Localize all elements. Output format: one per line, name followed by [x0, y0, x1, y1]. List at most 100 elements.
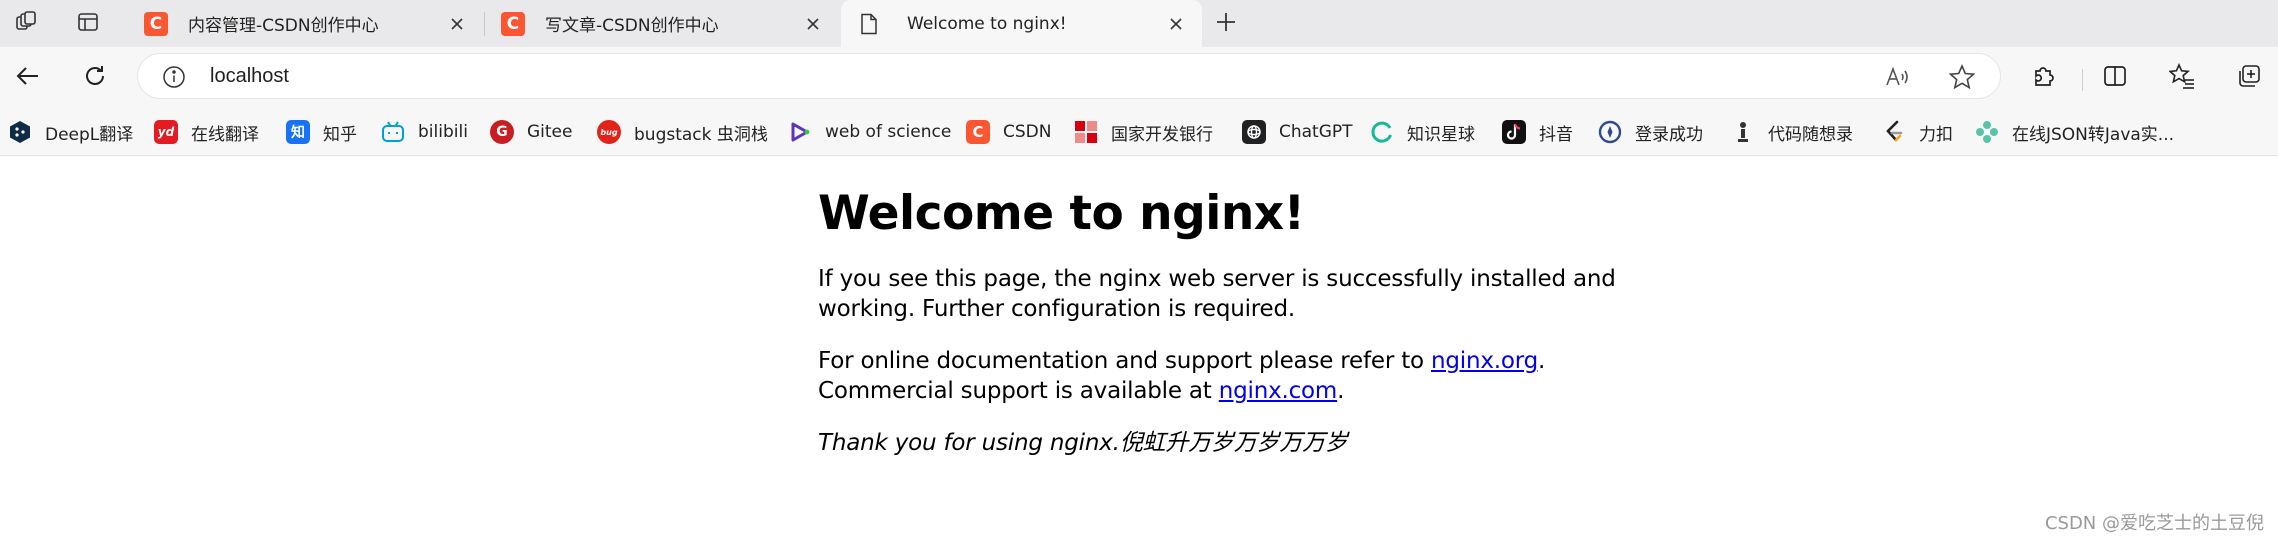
bookmark-json-to-java[interactable]: 在线JSON转Java实...	[1975, 118, 2174, 146]
tab-write-article[interactable]: C 写文章-CSDN创作中心	[485, 0, 839, 47]
csdn-favicon-icon: C	[501, 11, 525, 36]
gear-flower-icon	[1975, 120, 1999, 144]
toolbar-divider	[2082, 69, 2083, 91]
split-screen-button[interactable]	[2095, 59, 2135, 97]
tab-welcome-nginx[interactable]: Welcome to nginx!	[841, 0, 1202, 47]
support-text: For online documentation and support ple…	[818, 348, 1432, 374]
tab-actions-icon	[76, 10, 100, 38]
refresh-button[interactable]	[75, 59, 115, 97]
plus-icon	[1215, 11, 1237, 37]
code-thoughts-icon	[1731, 120, 1755, 144]
bookmark-label: bugstack 虫洞栈	[634, 124, 768, 145]
extensions-button[interactable]	[2023, 59, 2063, 97]
bookmark-knowledge-planet[interactable]: 知识星球	[1370, 118, 1475, 146]
favorites-button[interactable]	[2162, 59, 2202, 97]
nginx-com-link[interactable]: nginx.com	[1219, 378, 1338, 404]
tab-strip: C 内容管理-CSDN创作中心 C 写文章-CSDN创作中心 Welcome t…	[0, 0, 2278, 47]
bookmark-label: 在线JSON转Java实...	[2012, 124, 2175, 145]
collections-icon	[2236, 63, 2262, 93]
vertical-tabs-button[interactable]	[68, 8, 108, 40]
bookmark-douyin[interactable]: 抖音	[1502, 118, 1573, 146]
bookmark-gitee[interactable]: G Gitee	[490, 118, 572, 146]
tab-content-management[interactable]: C 内容管理-CSDN创作中心	[128, 0, 483, 47]
page-icon	[857, 12, 881, 36]
workspaces-button[interactable]	[6, 8, 46, 40]
bookmark-cdb[interactable]: 国家开发银行	[1074, 118, 1213, 146]
workspaces-icon	[14, 10, 38, 38]
read-aloud-icon[interactable]	[1884, 63, 1912, 91]
favorites-list-icon	[2168, 63, 2195, 93]
bookmark-online-translate[interactable]: yd 在线翻译	[154, 118, 259, 146]
nginx-org-link[interactable]: nginx.org	[1431, 348, 1538, 374]
site-info-icon[interactable]	[162, 65, 186, 89]
bookmark-deepl[interactable]: DeepL翻译	[8, 118, 133, 146]
bookmark-code-thoughts[interactable]: 代码随想录	[1731, 118, 1853, 146]
bookmark-label: 力扣	[1919, 124, 1953, 145]
split-screen-icon	[2102, 63, 2128, 93]
bilibili-icon	[381, 120, 405, 144]
bookmark-bilibili[interactable]: bilibili	[381, 118, 468, 146]
bookmark-csdn[interactable]: C CSDN	[966, 118, 1051, 146]
period-text: .	[1337, 378, 1345, 404]
gitee-icon: G	[490, 120, 514, 144]
bookmark-label: 知识星球	[1407, 124, 1475, 145]
bookmark-label: CSDN	[1003, 122, 1052, 142]
bookmark-label: 抖音	[1539, 124, 1573, 145]
chatgpt-icon	[1242, 120, 1266, 144]
favorite-star-icon[interactable]	[1948, 63, 1976, 91]
bookmark-label: ChatGPT	[1279, 122, 1353, 142]
collections-button[interactable]	[2229, 59, 2269, 97]
support-paragraph: For online documentation and support ple…	[818, 346, 1618, 406]
bookmark-label: web of science	[825, 122, 952, 142]
bookmark-label: 登录成功	[1635, 124, 1703, 145]
puzzle-icon	[2030, 63, 2056, 93]
thank-you-text: Thank you for using nginx.倪虹升万岁万岁万万岁	[818, 430, 1348, 456]
bookmarks-bar: DeepL翻译 yd 在线翻译 知 知乎 bilibili G Gitee bu…	[0, 108, 2278, 156]
compass-icon	[1598, 120, 1622, 144]
address-text[interactable]: localhost	[210, 54, 289, 98]
bookmark-chatgpt[interactable]: ChatGPT	[1242, 118, 1353, 146]
leetcode-icon	[1882, 120, 1906, 144]
close-tab-icon[interactable]	[1164, 12, 1188, 36]
new-tab-button[interactable]	[1206, 8, 1246, 40]
close-tab-icon[interactable]	[445, 12, 469, 36]
csdn-icon: C	[966, 120, 990, 144]
back-arrow-icon	[15, 63, 41, 93]
page-content: Welcome to nginx! If you see this page, …	[818, 186, 1618, 480]
web-of-science-icon	[788, 120, 812, 144]
zhihu-icon: 知	[286, 120, 310, 144]
thank-you-paragraph: Thank you for using nginx.倪虹升万岁万岁万万岁	[818, 428, 1618, 458]
bookmark-label: DeepL翻译	[45, 124, 134, 145]
bookmark-label: 代码随想录	[1768, 124, 1853, 145]
bookmark-label: 知乎	[323, 124, 357, 145]
page-heading: Welcome to nginx!	[818, 186, 1305, 241]
bookmark-label: Gitee	[527, 122, 573, 142]
bookmark-web-of-science[interactable]: web of science	[788, 118, 951, 146]
bookmark-label: bilibili	[418, 122, 468, 142]
period-text: .	[1538, 348, 1546, 374]
tab-title: 写文章-CSDN创作中心	[545, 16, 719, 36]
bookmark-label: 国家开发银行	[1111, 124, 1213, 145]
csdn-favicon-icon: C	[144, 11, 168, 36]
commercial-text: Commercial support is available at	[818, 378, 1219, 404]
watermark: CSDN @爱吃芝士的土豆倪	[2044, 513, 2264, 534]
address-bar[interactable]: localhost	[137, 53, 2001, 99]
bookmark-login-success[interactable]: 登录成功	[1598, 118, 1703, 146]
bookmark-zhihu[interactable]: 知 知乎	[286, 118, 357, 146]
tab-title: Welcome to nginx!	[907, 13, 1067, 34]
bookmark-label: 在线翻译	[191, 124, 259, 145]
intro-paragraph: If you see this page, the nginx web serv…	[818, 266, 1616, 322]
refresh-icon	[82, 63, 108, 93]
bugstack-icon: bug	[597, 120, 621, 144]
bookmark-leetcode[interactable]: 力扣	[1882, 118, 1953, 146]
close-tab-icon[interactable]	[801, 12, 825, 36]
cdb-bank-icon	[1074, 120, 1098, 144]
bookmark-bugstack[interactable]: bug bugstack 虫洞栈	[597, 118, 768, 146]
knowledge-planet-icon	[1370, 120, 1394, 144]
youdao-icon: yd	[154, 120, 178, 144]
tab-title: 内容管理-CSDN创作中心	[188, 16, 379, 36]
deepl-icon	[8, 120, 32, 144]
navigation-toolbar: localhost	[0, 47, 2278, 108]
back-button[interactable]	[8, 59, 48, 97]
douyin-icon	[1502, 120, 1526, 144]
